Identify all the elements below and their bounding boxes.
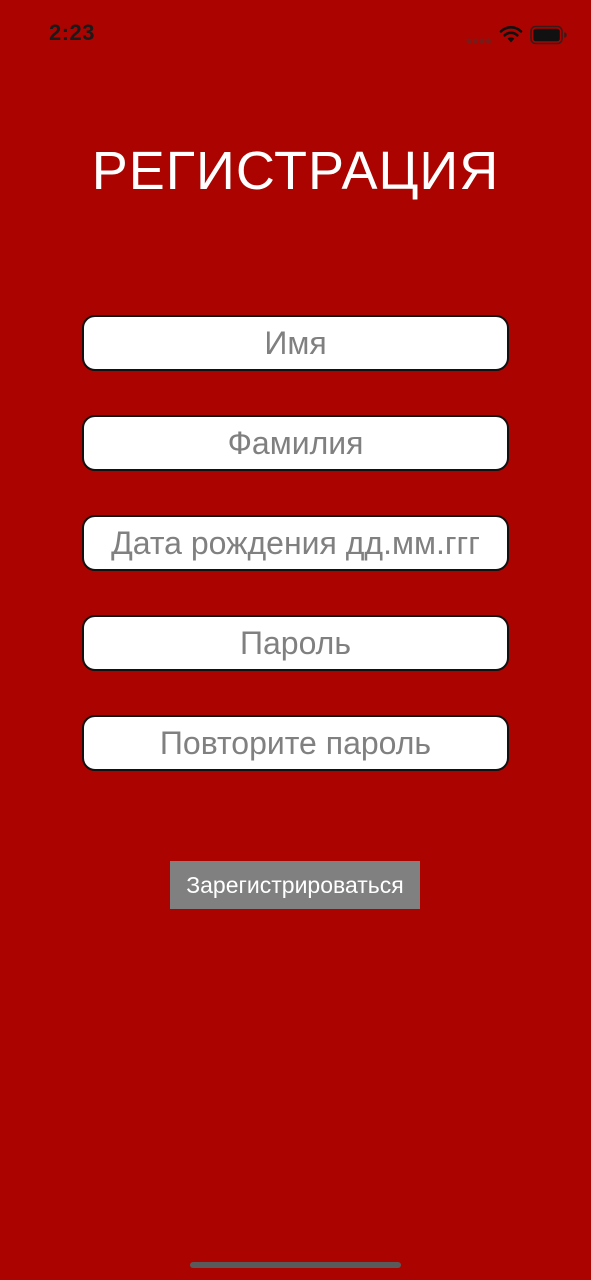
register-button[interactable]: Зарегистрироваться [170,861,420,909]
wifi-icon [499,25,523,43]
home-indicator[interactable] [190,1262,401,1268]
first-name-field[interactable] [82,315,509,371]
password-field[interactable] [82,615,509,671]
last-name-field[interactable] [82,415,509,471]
confirm-password-field[interactable] [82,715,509,771]
cellular-signal-icon [466,38,492,44]
status-bar: 2:23 [0,0,591,72]
battery-icon [530,25,567,45]
page-title: РЕГИСТРАЦИЯ [91,141,500,201]
status-time: 2:23 [49,20,96,45]
birth-date-field[interactable] [82,515,509,571]
